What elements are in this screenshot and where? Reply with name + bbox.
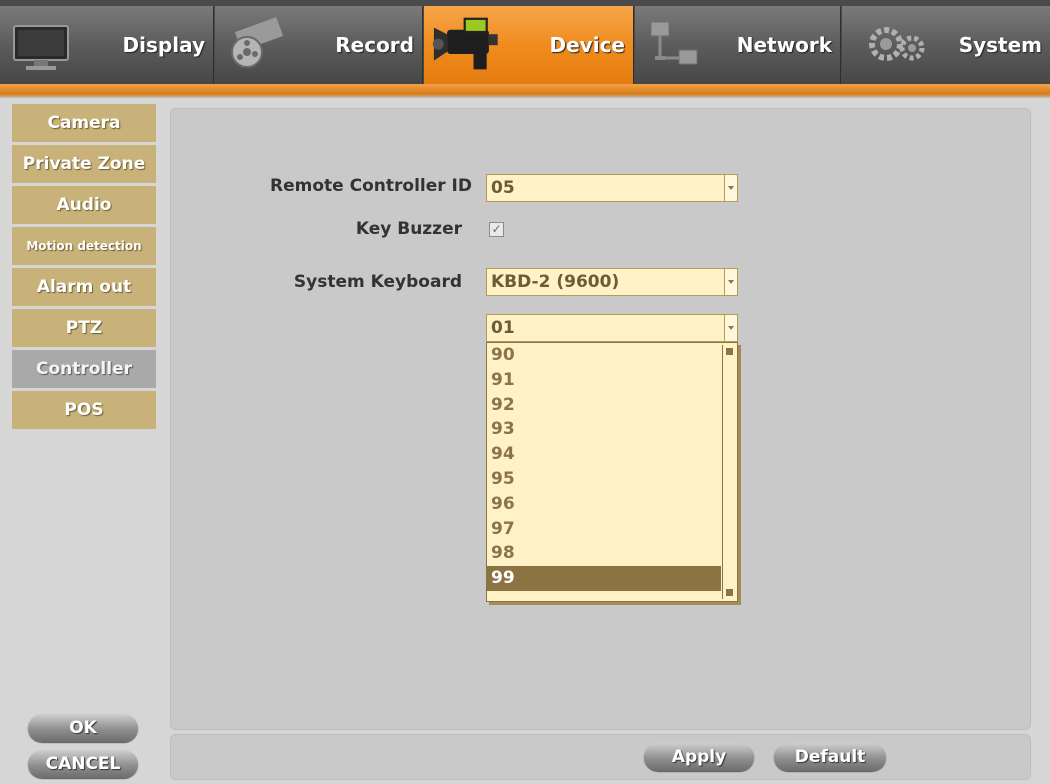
remote-controller-id-value: 05 — [491, 178, 515, 198]
keyboard-id-select[interactable]: 01 — [486, 314, 738, 342]
scroll-down-icon[interactable] — [725, 588, 734, 597]
dropdown-option[interactable]: 92 — [487, 393, 721, 418]
tab-record[interactable]: Record — [215, 6, 423, 84]
system-keyboard-label: System Keyboard — [293, 272, 462, 292]
scroll-up-icon[interactable] — [725, 347, 734, 356]
chevron-down-icon[interactable] — [724, 315, 737, 341]
sidebar-item-audio[interactable]: Audio — [12, 186, 156, 224]
sidebar-item-alarm-out[interactable]: Alarm out — [12, 268, 156, 306]
video-camera-icon — [432, 17, 498, 70]
action-bar — [170, 734, 1031, 780]
apply-button[interactable]: Apply — [644, 743, 754, 771]
chevron-down-icon[interactable] — [724, 175, 737, 201]
checkmark-icon: ✓ — [491, 222, 502, 236]
tab-label: Display — [122, 33, 205, 57]
film-reel-icon — [231, 17, 284, 68]
default-button[interactable]: Default — [774, 743, 886, 771]
tab-network[interactable]: Network — [635, 6, 841, 84]
sidebar: Camera Private Zone Audio Motion detecti… — [12, 104, 156, 432]
dropdown-option[interactable]: 91 — [487, 368, 721, 393]
dropdown-option[interactable]: 93 — [487, 417, 721, 442]
dropdown-scrollbar[interactable] — [722, 345, 736, 599]
system-keyboard-select[interactable]: KBD-2 (9600) — [486, 268, 738, 296]
dropdown-option-selected[interactable]: 99 — [487, 566, 721, 591]
sidebar-item-controller[interactable]: Controller — [12, 350, 156, 388]
dropdown-option[interactable]: 95 — [487, 467, 721, 492]
sidebar-item-motion-detection[interactable]: Motion detection — [12, 227, 156, 265]
dropdown-option[interactable]: 97 — [487, 517, 721, 542]
sidebar-item-private-zone[interactable]: Private Zone — [12, 145, 156, 183]
remote-controller-id-label: Remote Controller ID — [270, 176, 472, 196]
monitor-icon — [13, 25, 69, 70]
key-buzzer-checkbox[interactable]: ✓ — [489, 222, 504, 237]
tab-label: System — [958, 33, 1042, 57]
top-tab-bar: Display Record Device Network System — [0, 0, 1050, 90]
sidebar-item-ptz[interactable]: PTZ — [12, 309, 156, 347]
dropdown-option[interactable]: 96 — [487, 492, 721, 517]
sidebar-item-camera[interactable]: Camera — [12, 104, 156, 142]
dropdown-option[interactable]: 94 — [487, 442, 721, 467]
dropdown-option[interactable]: 90 — [487, 343, 721, 368]
key-buzzer-label: Key Buzzer — [355, 219, 462, 239]
keyboard-id-value: 01 — [491, 318, 515, 338]
remote-controller-id-select[interactable]: 05 — [486, 174, 738, 202]
tab-label: Device — [549, 33, 625, 57]
tab-system[interactable]: System — [842, 6, 1050, 84]
gears-icon — [869, 27, 925, 61]
sidebar-item-pos[interactable]: POS — [12, 391, 156, 429]
cancel-button[interactable]: CANCEL — [28, 750, 138, 778]
tab-label: Record — [335, 33, 414, 57]
keyboard-id-dropdown-list[interactable]: 90 91 92 93 94 95 96 97 98 99 — [486, 342, 738, 602]
system-keyboard-value: KBD-2 (9600) — [491, 272, 620, 292]
ok-button[interactable]: OK — [28, 714, 138, 742]
tab-device[interactable]: Device — [424, 6, 634, 84]
dropdown-option[interactable]: 98 — [487, 541, 721, 566]
chevron-down-icon[interactable] — [724, 269, 737, 295]
network-icon — [650, 21, 698, 65]
tab-display[interactable]: Display — [0, 6, 214, 84]
tab-label: Network — [736, 33, 832, 57]
tab-underline — [0, 84, 1050, 98]
